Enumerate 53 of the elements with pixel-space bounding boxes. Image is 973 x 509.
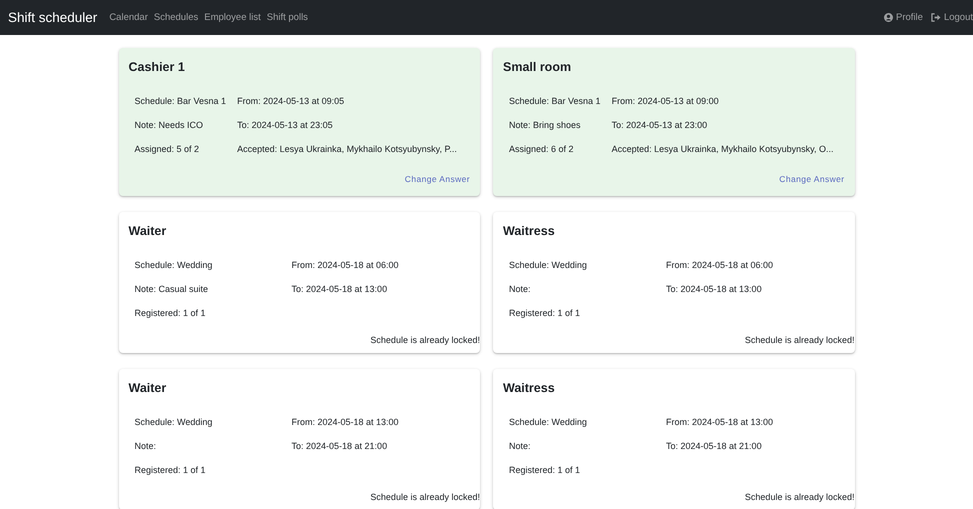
locked-message: Schedule is already locked! [744, 335, 854, 345]
schedule-text: Schedule: Bar Vesna 1 [134, 96, 226, 106]
from-text: From: 2024-05-18 at 13:00 [292, 417, 400, 427]
locked-message: Schedule is already locked! [744, 492, 854, 502]
card-title: Waiter [128, 224, 168, 238]
from-text: From: 2024-05-18 at 06:00 [292, 260, 400, 270]
note-text: Note: [509, 284, 532, 294]
count-text: Registered: 1 of 1 [509, 465, 582, 475]
nav-link[interactable]: Calendar [109, 12, 148, 23]
accepted-text: Accepted: Lesya Ukrainka, Mykhailo Kotsyubynsky, O... [612, 144, 835, 154]
count-text: Assigned: 6 of 2 [509, 144, 575, 154]
from-text: From: 2024-05-13 at 09:00 [612, 96, 720, 106]
locked-message: Schedule is already locked! [370, 335, 480, 345]
card-title: Waitress [503, 381, 556, 395]
to-text: To: 2024-05-18 at 21:00 [666, 441, 763, 451]
from-text: From: 2024-05-18 at 13:00 [666, 417, 774, 427]
count-text: Assigned: 5 of 2 [134, 144, 200, 154]
nav-link[interactable]: Employee list [204, 12, 261, 23]
user-icon [884, 13, 893, 22]
to-text: To: 2024-05-18 at 13:00 [666, 284, 763, 294]
from-text: From: 2024-05-13 at 09:05 [237, 96, 346, 106]
note-text: Note: [134, 441, 158, 451]
count-text: Registered: 1 of 1 [509, 308, 582, 318]
brand-title[interactable]: Shift scheduler [8, 10, 98, 25]
profile-link[interactable]: Profile [884, 12, 923, 23]
from-text: From: 2024-05-18 at 06:00 [666, 260, 774, 270]
schedule-text: Schedule: Bar Vesna 1 [509, 96, 601, 106]
note-text: Note: Casual suite [134, 284, 210, 294]
to-text: To: 2024-05-13 at 23:00 [612, 120, 708, 130]
note-text: Note: [509, 441, 532, 451]
note-text: Note: Needs ICO [134, 120, 204, 130]
change-answer-button[interactable]: Change Answer [779, 170, 844, 188]
card-title: Waitress [503, 224, 556, 238]
schedule-text: Schedule: Wedding [509, 417, 588, 427]
note-text: Note: Bring shoes [509, 120, 582, 130]
card-title: Small room [503, 60, 572, 74]
schedule-text: Schedule: Wedding [509, 260, 588, 270]
accepted-text: Accepted: Lesya Ukrainka, Mykhailo Kotsyubynsky, P... [237, 144, 458, 154]
logout-icon [930, 13, 941, 22]
schedule-text: Schedule: Wedding [134, 260, 214, 270]
count-text: Registered: 1 of 1 [134, 308, 207, 318]
to-text: To: 2024-05-18 at 21:00 [292, 441, 388, 451]
count-text: Registered: 1 of 1 [134, 465, 207, 475]
nav-link[interactable]: Shift polls [266, 12, 308, 23]
nav-link[interactable]: Schedules [154, 12, 198, 23]
card-title: Waiter [128, 381, 168, 395]
card-title: Cashier 1 [128, 60, 186, 74]
to-text: To: 2024-05-13 at 23:05 [237, 120, 334, 130]
locked-message: Schedule is already locked! [370, 492, 480, 502]
to-text: To: 2024-05-18 at 13:00 [292, 284, 388, 294]
logout-link[interactable]: Logout [930, 12, 973, 23]
schedule-text: Schedule: Wedding [134, 417, 214, 427]
change-answer-button[interactable]: Change Answer [404, 170, 470, 188]
